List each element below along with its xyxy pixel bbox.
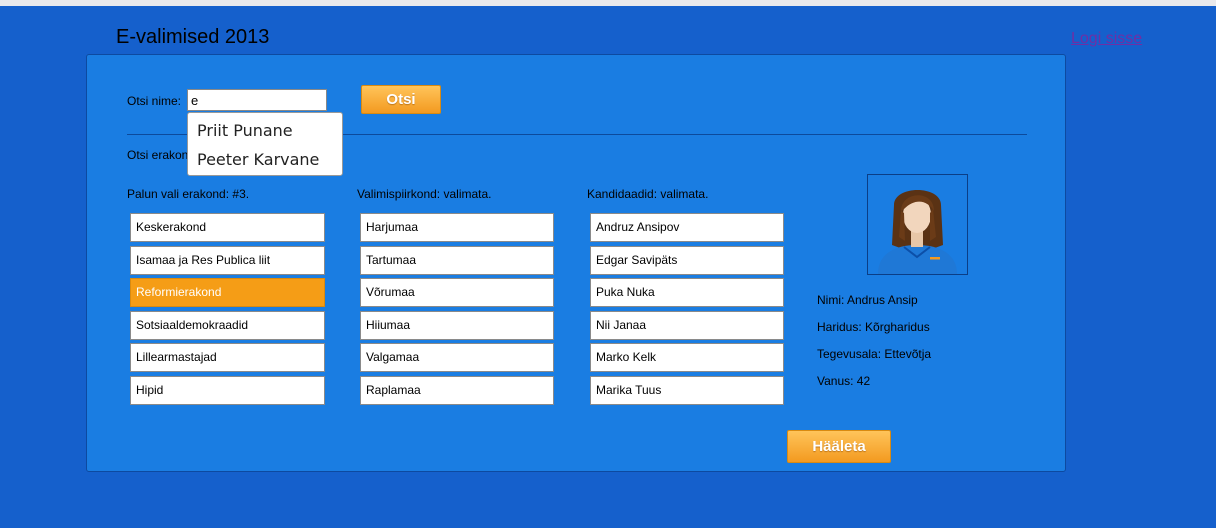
districts-header: Valimispiirkond: valimata.: [357, 187, 492, 201]
vote-button[interactable]: Hääleta: [787, 430, 891, 463]
suggestion-item[interactable]: Priit Punane: [188, 116, 342, 145]
autocomplete-dropdown: Priit Punane Peeter Karvane: [187, 112, 343, 176]
candidate-education: Haridus: Kõrgharidus: [817, 320, 930, 334]
candidate-age: Vanus: 42: [817, 374, 871, 388]
party-list: Keskerakond Isamaa ja Res Publica liit R…: [130, 213, 325, 408]
candidate-item[interactable]: Edgar Savipäts: [590, 245, 784, 275]
party-item[interactable]: Lillearmastajad: [130, 343, 325, 372]
party-item[interactable]: Isamaa ja Res Publica liit: [130, 245, 325, 275]
voting-panel: Otsi nime: Otsi Priit Punane Peeter Karv…: [86, 54, 1066, 472]
district-item[interactable]: Raplamaa: [360, 375, 554, 405]
party-item-selected[interactable]: Reformierakond: [130, 278, 325, 307]
party-search-label: Otsi erakon: [127, 148, 189, 162]
candidates-header: Kandidaadid: valimata.: [587, 187, 709, 201]
district-list: Harjumaa Tartumaa Võrumaa Hiiumaa Valgam…: [360, 213, 554, 408]
app-title: E-valimised 2013: [116, 26, 270, 48]
district-item[interactable]: Valgamaa: [360, 343, 554, 372]
candidate-item[interactable]: Marika Tuus: [590, 375, 784, 405]
candidate-item[interactable]: Puka Nuka: [590, 278, 784, 307]
search-input[interactable]: [187, 89, 327, 111]
district-item[interactable]: Võrumaa: [360, 278, 554, 307]
candidate-occupation: Tegevusala: Ettevõtja: [817, 347, 932, 361]
login-link[interactable]: Logi sisse: [1071, 30, 1142, 48]
browser-top-strip: [0, 0, 1216, 6]
district-item[interactable]: Tartumaa: [360, 245, 554, 275]
district-item[interactable]: Harjumaa: [360, 213, 554, 242]
candidate-item[interactable]: Andruz Ansipov: [590, 213, 784, 242]
party-item[interactable]: Hipid: [130, 375, 325, 405]
search-button[interactable]: Otsi: [361, 85, 441, 114]
candidate-photo: [867, 174, 968, 275]
candidate-name: Nimi: Andrus Ansip: [817, 293, 918, 307]
parties-header: Palun vali erakond: #3.: [127, 187, 250, 201]
candidate-list: Andruz Ansipov Edgar Savipäts Puka Nuka …: [590, 213, 784, 408]
party-item[interactable]: Sotsiaaldemokraadid: [130, 310, 325, 340]
party-item[interactable]: Keskerakond: [130, 213, 325, 242]
search-label: Otsi nime:: [127, 94, 182, 108]
person-avatar-icon: [878, 190, 957, 274]
candidate-item[interactable]: Nii Janaa: [590, 310, 784, 340]
district-item[interactable]: Hiiumaa: [360, 310, 554, 340]
candidate-item[interactable]: Marko Kelk: [590, 343, 784, 372]
suggestion-item[interactable]: Peeter Karvane: [188, 145, 342, 174]
